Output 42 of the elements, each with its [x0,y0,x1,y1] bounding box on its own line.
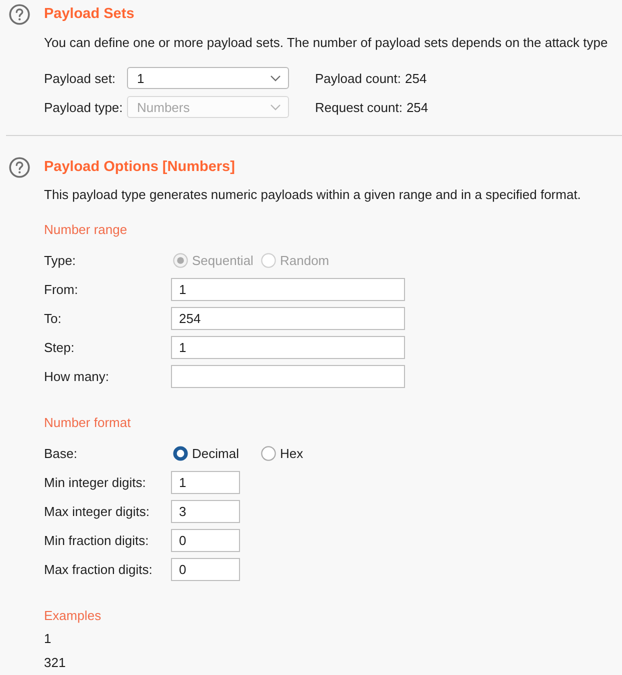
example-value: 321 [44,654,67,672]
help-icon[interactable] [9,4,30,25]
field-label: Payload set: [44,70,117,86]
input-field[interactable]: 1 [171,471,240,494]
dropdown-field[interactable]: 1 [127,67,289,89]
group-heading: Number format [44,414,132,432]
section-description: This payload type generates numeric payloads within a given range and in a specified format. [44,186,582,204]
count-value: 254 [405,70,427,86]
input-field[interactable]: 3 [171,500,240,523]
field-label: To: [44,311,62,326]
field-label: Base: [44,446,78,461]
example-value: 1 [44,630,52,648]
field-label: Type: [44,253,77,268]
chevron-down-icon [270,74,281,82]
section-title: Payload Sets [44,5,136,24]
input-field[interactable]: 1 [171,278,405,301]
count-label: Request count: [315,100,402,114]
field-label: Min fraction digits: [44,533,150,548]
section-title: Payload Options [Numbers] [44,158,236,177]
group-heading: Examples [44,607,102,625]
input-field[interactable]: 0 [171,529,240,552]
field-label: Payload type: [44,100,124,114]
input-field[interactable]: 0 [171,558,240,581]
radio-button[interactable] [261,446,276,461]
count-value: 254 [406,100,428,114]
radio-label[interactable]: Hex [280,446,304,461]
input-field[interactable] [171,365,405,388]
field-label: Min integer digits: [44,475,147,490]
field-label: Max integer digits: [44,504,150,519]
section-description: You can define one or more payload sets. The number of payload sets depends on the attack type [44,34,609,52]
radio-label[interactable]: Decimal [192,446,239,461]
input-field[interactable]: 254 [171,307,405,330]
radio-button[interactable] [173,446,188,461]
group-heading: Number range [44,221,128,239]
input-field[interactable]: 1 [171,336,405,359]
field-label: How many: [44,369,110,384]
field-label: From: [44,282,79,297]
chevron-down-icon [270,104,281,110]
count-label: Payload count: [315,70,402,86]
field-label: Max fraction digits: [44,562,154,577]
help-icon[interactable] [9,157,30,178]
field-label: Step: [44,340,76,355]
